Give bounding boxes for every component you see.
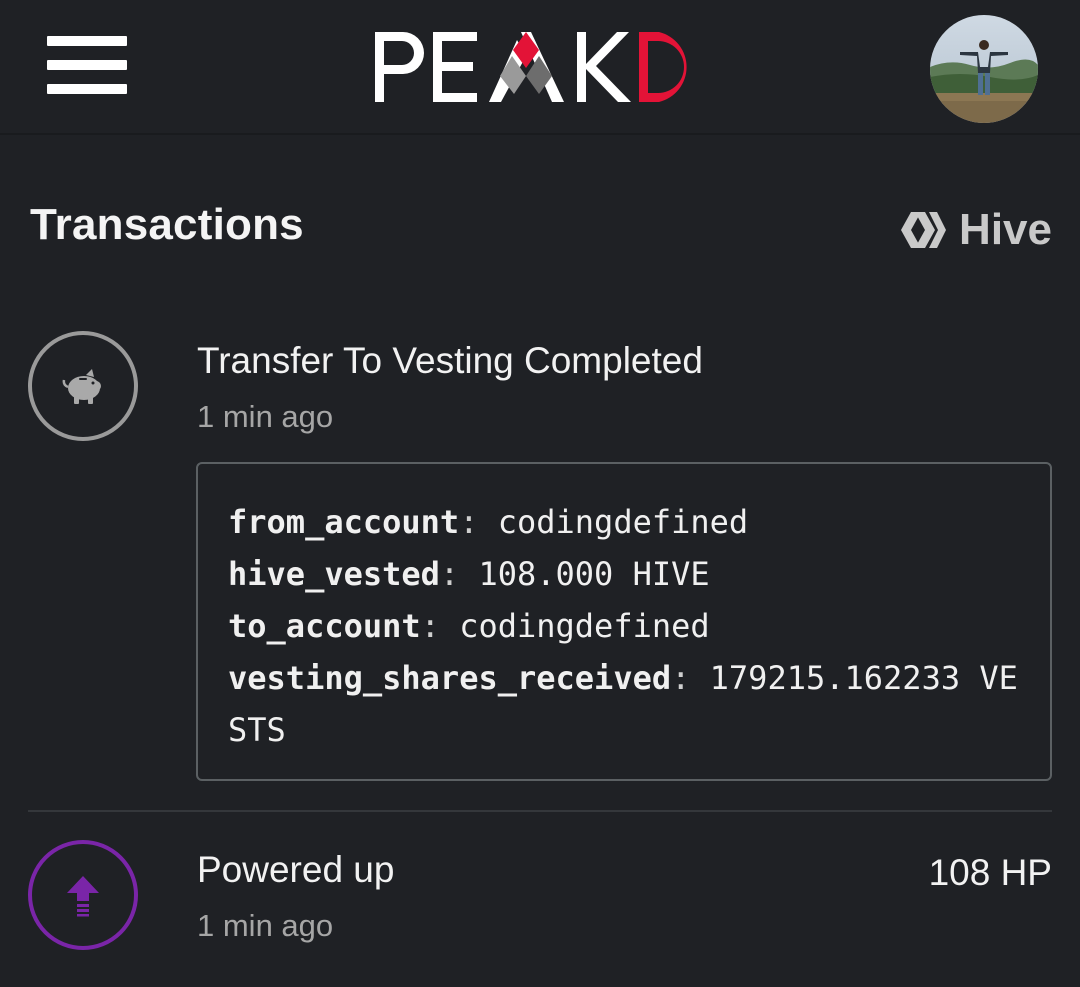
transaction-time: 1 min ago [197,908,334,943]
detail-row: vesting_shares_received: 179215.162233 V… [228,659,1018,749]
list-divider [28,810,1052,812]
avatar-photo [930,15,1038,123]
user-avatar[interactable] [930,15,1038,123]
piggy-bank-icon [28,331,138,441]
peakd-logo[interactable] [371,28,691,106]
detail-value: codingdefined [459,607,710,645]
piggy-bank-glyph [62,369,101,404]
power-up-glyph [67,876,99,917]
transaction-amount: 108 HP [928,852,1052,893]
menu-line [47,60,127,70]
transaction-details: from_account: codingdefined hive_vested:… [196,462,1052,781]
detail-key: vesting_shares_received [228,659,672,697]
peakd-logo-icon [375,32,687,102]
detail-key: from_account [228,503,460,541]
detail-row: from_account: codingdefined [228,503,749,541]
hive-logo-icon [901,212,947,248]
transaction-title: Powered up [197,849,395,890]
detail-row: hive_vested: 108.000 HIVE [228,555,710,593]
menu-line [47,36,127,46]
transaction-time: 1 min ago [197,399,334,434]
detail-row: to_account: codingdefined [228,607,710,645]
power-up-arrow-icon [28,840,138,950]
page-title: Transactions [30,200,304,249]
transaction-title: Transfer To Vesting Completed [197,340,703,381]
detail-key: hive_vested [228,555,440,593]
chain-label: Hive [959,205,1052,254]
detail-key: to_account [228,607,421,645]
hamburger-menu-icon[interactable] [47,36,127,94]
detail-value: 108.000 HIVE [478,555,710,593]
top-navigation-bar [0,0,1080,135]
chain-selector[interactable]: Hive [899,202,1052,258]
detail-value: codingdefined [497,503,749,541]
menu-line [47,84,127,94]
